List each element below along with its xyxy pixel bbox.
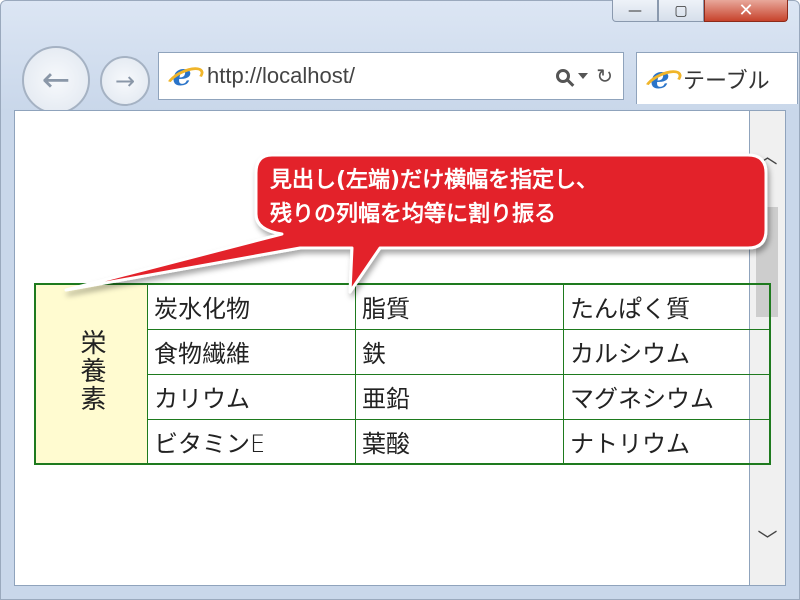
forward-button[interactable]: →	[100, 56, 150, 106]
minimize-button[interactable]: —	[612, 0, 658, 22]
table-cell: マグネシウム	[563, 373, 770, 420]
refresh-icon[interactable]: ↻	[596, 66, 613, 86]
table-cell: カルシウム	[563, 328, 770, 375]
close-button[interactable]: ✕	[704, 0, 788, 22]
table-cell: 鉄	[355, 328, 564, 375]
scroll-down-icon[interactable]: ﹀	[750, 525, 785, 555]
table-cell: カリウム	[147, 373, 356, 420]
callout-line-1: 見出し(左端)だけ横幅を指定し、	[270, 168, 599, 193]
table-cell: 食物繊維	[147, 328, 356, 375]
address-bar[interactable]: e http://localhost/ ↻	[158, 52, 624, 100]
ie-e-icon: e	[167, 61, 197, 91]
tab-title: テーブル	[683, 68, 770, 94]
search-icon[interactable]	[556, 69, 571, 83]
table-row: 栄養素 炭水化物 脂質 たんぱく質	[34, 283, 770, 465]
nutrient-table: 栄養素 炭水化物 脂質 たんぱく質 食物繊維 鉄 カルシウム カリウム 亜鉛 マ…	[34, 283, 771, 465]
forward-arrow-icon: →	[114, 67, 136, 95]
back-button[interactable]: ←	[22, 46, 90, 114]
table-cell: 脂質	[355, 283, 564, 330]
table-header-cell: 栄養素	[34, 283, 148, 465]
table-cell: たんぱく質	[563, 283, 770, 330]
dropdown-triangle-icon[interactable]	[578, 73, 589, 79]
maximize-button[interactable]: ▢	[658, 0, 704, 22]
table-header-label: 栄養素	[76, 329, 106, 413]
tab-ie-icon: e	[645, 63, 675, 94]
table-cell: ナトリウム	[563, 418, 770, 465]
callout-text: 見出し(左端)だけ横幅を指定し、 残りの列幅を均等に割り振る	[270, 164, 760, 232]
back-arrow-icon: ←	[41, 60, 71, 100]
window-controls: — ▢ ✕	[612, 0, 788, 22]
table-cell: 炭水化物	[147, 283, 356, 330]
table-cell: ビタミンE	[147, 418, 356, 465]
table-cell: 葉酸	[355, 418, 564, 465]
callout-line-2: 残りの列幅を均等に割り振る	[270, 202, 557, 227]
table-cell: 亜鉛	[355, 373, 564, 420]
address-url[interactable]: http://localhost/	[207, 63, 556, 89]
tab-active[interactable]: e テーブル	[636, 52, 798, 104]
